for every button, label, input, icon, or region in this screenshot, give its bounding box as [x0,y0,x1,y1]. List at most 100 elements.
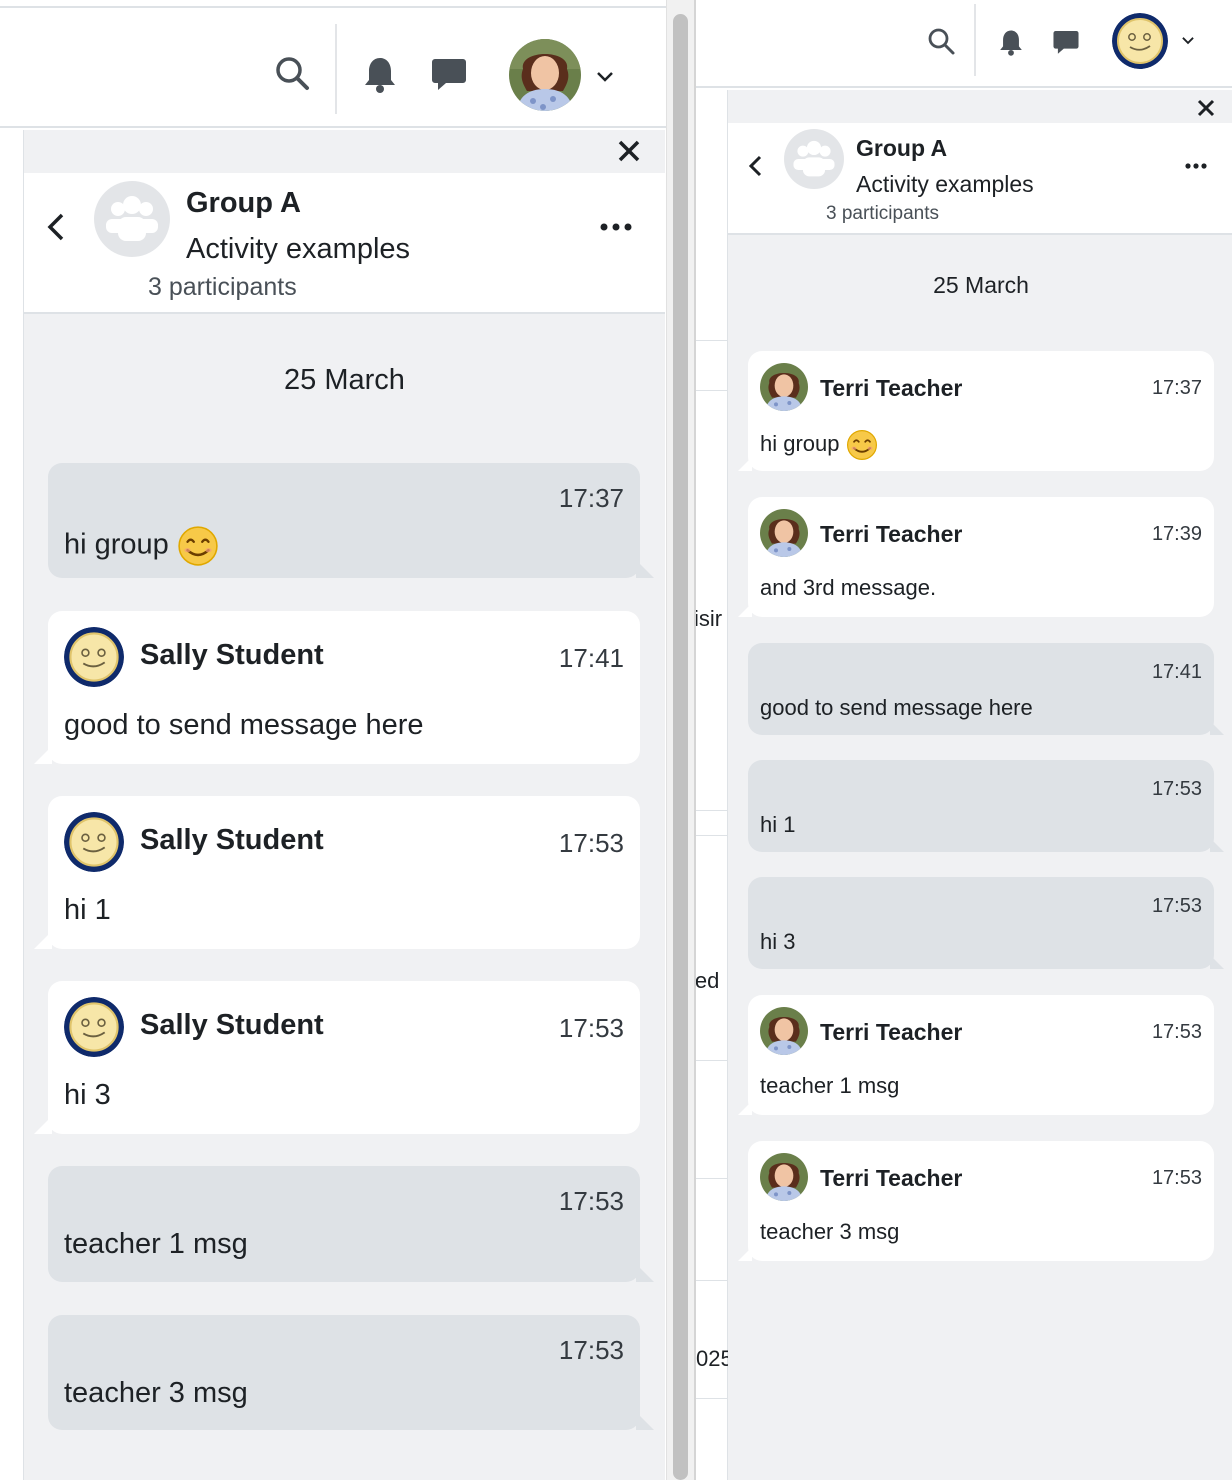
message-time: 17:37 [1151,377,1202,399]
conversation-header: Group A Activity examples 3 participants [728,123,1232,235]
scrollbar-thumb[interactable] [673,14,688,1480]
chat-icon[interactable] [430,55,468,93]
sender-name[interactable]: Terri Teacher [820,521,962,548]
more-options-icon[interactable] [598,217,634,237]
smiling-face-emoji-icon [846,430,877,460]
message-text-content: and 3rd message. [760,575,937,600]
right-window: isir led 025 Group A Activity examples [694,0,1232,1480]
chevron-down-icon[interactable] [1180,32,1196,48]
message-text: hi 1 [64,894,111,927]
bell-icon[interactable] [362,55,398,93]
conversation-subtitle: Activity examples [856,171,1034,197]
user-avatar-teacher[interactable] [509,39,581,111]
message-time: 17:53 [1151,1167,1202,1189]
sender-avatar[interactable] [64,627,124,687]
received-message-bubble[interactable]: Sally Student 17:53 hi 3 [34,981,640,1134]
background-divider [696,1398,728,1399]
sender-name[interactable]: Sally Student [140,639,324,672]
conversation-title: Group A [856,135,948,161]
bubble-tail [636,560,654,578]
user-avatar-student[interactable] [1112,13,1168,69]
bubble-tail [34,746,52,764]
message-time: 17:53 [558,828,624,858]
own-message-bubble[interactable]: 17:37 hi group [48,463,654,578]
message-text-content: hi group [64,528,169,561]
navbar-divider [335,24,337,114]
own-message-bubble[interactable]: 17:53 hi 1 [748,760,1224,852]
back-icon[interactable] [42,209,72,245]
background-page [0,130,24,1480]
group-avatar-icon [784,129,844,189]
bubble-tail [738,457,752,471]
chat-icon[interactable] [1052,28,1080,56]
sender-name[interactable]: Sally Student [140,824,324,857]
conversation-subtitle: Activity examples [186,233,411,265]
search-icon[interactable] [272,53,312,93]
message-time: 17:41 [1151,661,1202,683]
more-options-icon[interactable] [1184,159,1208,173]
chevron-down-icon[interactable] [594,65,616,87]
bubble-tail [1210,721,1224,735]
background-divider [696,390,728,391]
message-text: good to send message here [64,709,424,742]
left-window: Group A Activity examples 3 participants… [0,0,694,1480]
sender-avatar[interactable] [760,363,808,411]
sender-avatar[interactable] [760,509,808,557]
received-message-bubble[interactable]: Sally Student 17:53 hi 1 [34,796,640,949]
background-text-fragment: led [696,968,720,993]
sender-avatar[interactable] [760,1007,808,1055]
sender-avatar[interactable] [760,1153,808,1201]
message-time: 17:37 [558,483,624,513]
own-message-bubble[interactable]: 17:53 teacher 1 msg [48,1166,654,1282]
message-text-content: good to send message here [760,695,1033,720]
background-text-fragment: isir [696,606,723,631]
received-message-bubble[interactable]: Terri Teacher 17:53 teacher 1 msg [738,995,1214,1115]
message-text: hi 3 [760,929,795,955]
background-page: isir led 025 [696,90,728,1480]
message-drawer: Group A Activity examples 3 participants… [24,130,665,1480]
received-message-bubble[interactable]: Terri Teacher 17:37 hi group [738,351,1214,471]
message-text-content: hi 1 [760,812,796,837]
message-text-content: teacher 1 msg [760,1073,900,1098]
sender-name[interactable]: Terri Teacher [820,375,962,402]
search-icon[interactable] [926,26,956,56]
background-text-fragment: 025 [696,1346,728,1371]
group-avatar-icon [94,181,170,257]
participants-count[interactable]: 3 participants [826,203,939,225]
message-text-content: hi 3 [760,929,796,954]
message-text: teacher 1 msg [760,1073,899,1099]
sender-avatar[interactable] [64,812,124,872]
sender-avatar[interactable] [64,997,124,1057]
own-message-bubble[interactable]: 17:53 teacher 3 msg [48,1315,654,1430]
message-time: 17:53 [1151,1021,1202,1043]
date-separator: 25 March [284,364,405,396]
participants-count[interactable]: 3 participants [148,273,297,302]
message-text-content: hi 3 [64,1079,111,1111]
bubble-tail [34,931,52,949]
received-message-bubble[interactable]: Terri Teacher 17:39 and 3rd message. [738,497,1214,617]
conversation-header: Group A Activity examples 3 participants [24,173,665,314]
scrollbar[interactable] [666,0,694,1480]
own-message-bubble[interactable]: 17:53 hi 3 [748,877,1224,969]
message-text: teacher 1 msg [64,1228,248,1261]
received-message-bubble[interactable]: Terri Teacher 17:53 teacher 3 msg [738,1141,1214,1261]
sender-name[interactable]: Terri Teacher [820,1019,962,1046]
sender-name[interactable]: Terri Teacher [820,1165,962,1192]
sender-name[interactable]: Sally Student [140,1009,324,1042]
background-divider [696,835,728,836]
close-icon[interactable] [1194,96,1218,120]
navbar-divider [974,4,976,76]
message-time: 17:39 [1151,523,1202,545]
background-divider [696,1178,728,1179]
back-icon[interactable] [746,153,766,179]
bell-icon[interactable] [998,28,1024,56]
message-text: hi group [760,429,878,461]
date-separator: 25 March [933,272,1029,298]
message-time: 17:41 [558,643,624,673]
received-message-bubble[interactable]: Sally Student 17:41 good to send message h… [34,611,640,764]
background-divider [696,1280,728,1281]
message-time: 17:53 [558,1335,624,1365]
close-icon[interactable] [614,136,644,166]
message-time: 17:53 [1151,895,1202,917]
own-message-bubble[interactable]: 17:41 good to send message here [748,643,1224,735]
